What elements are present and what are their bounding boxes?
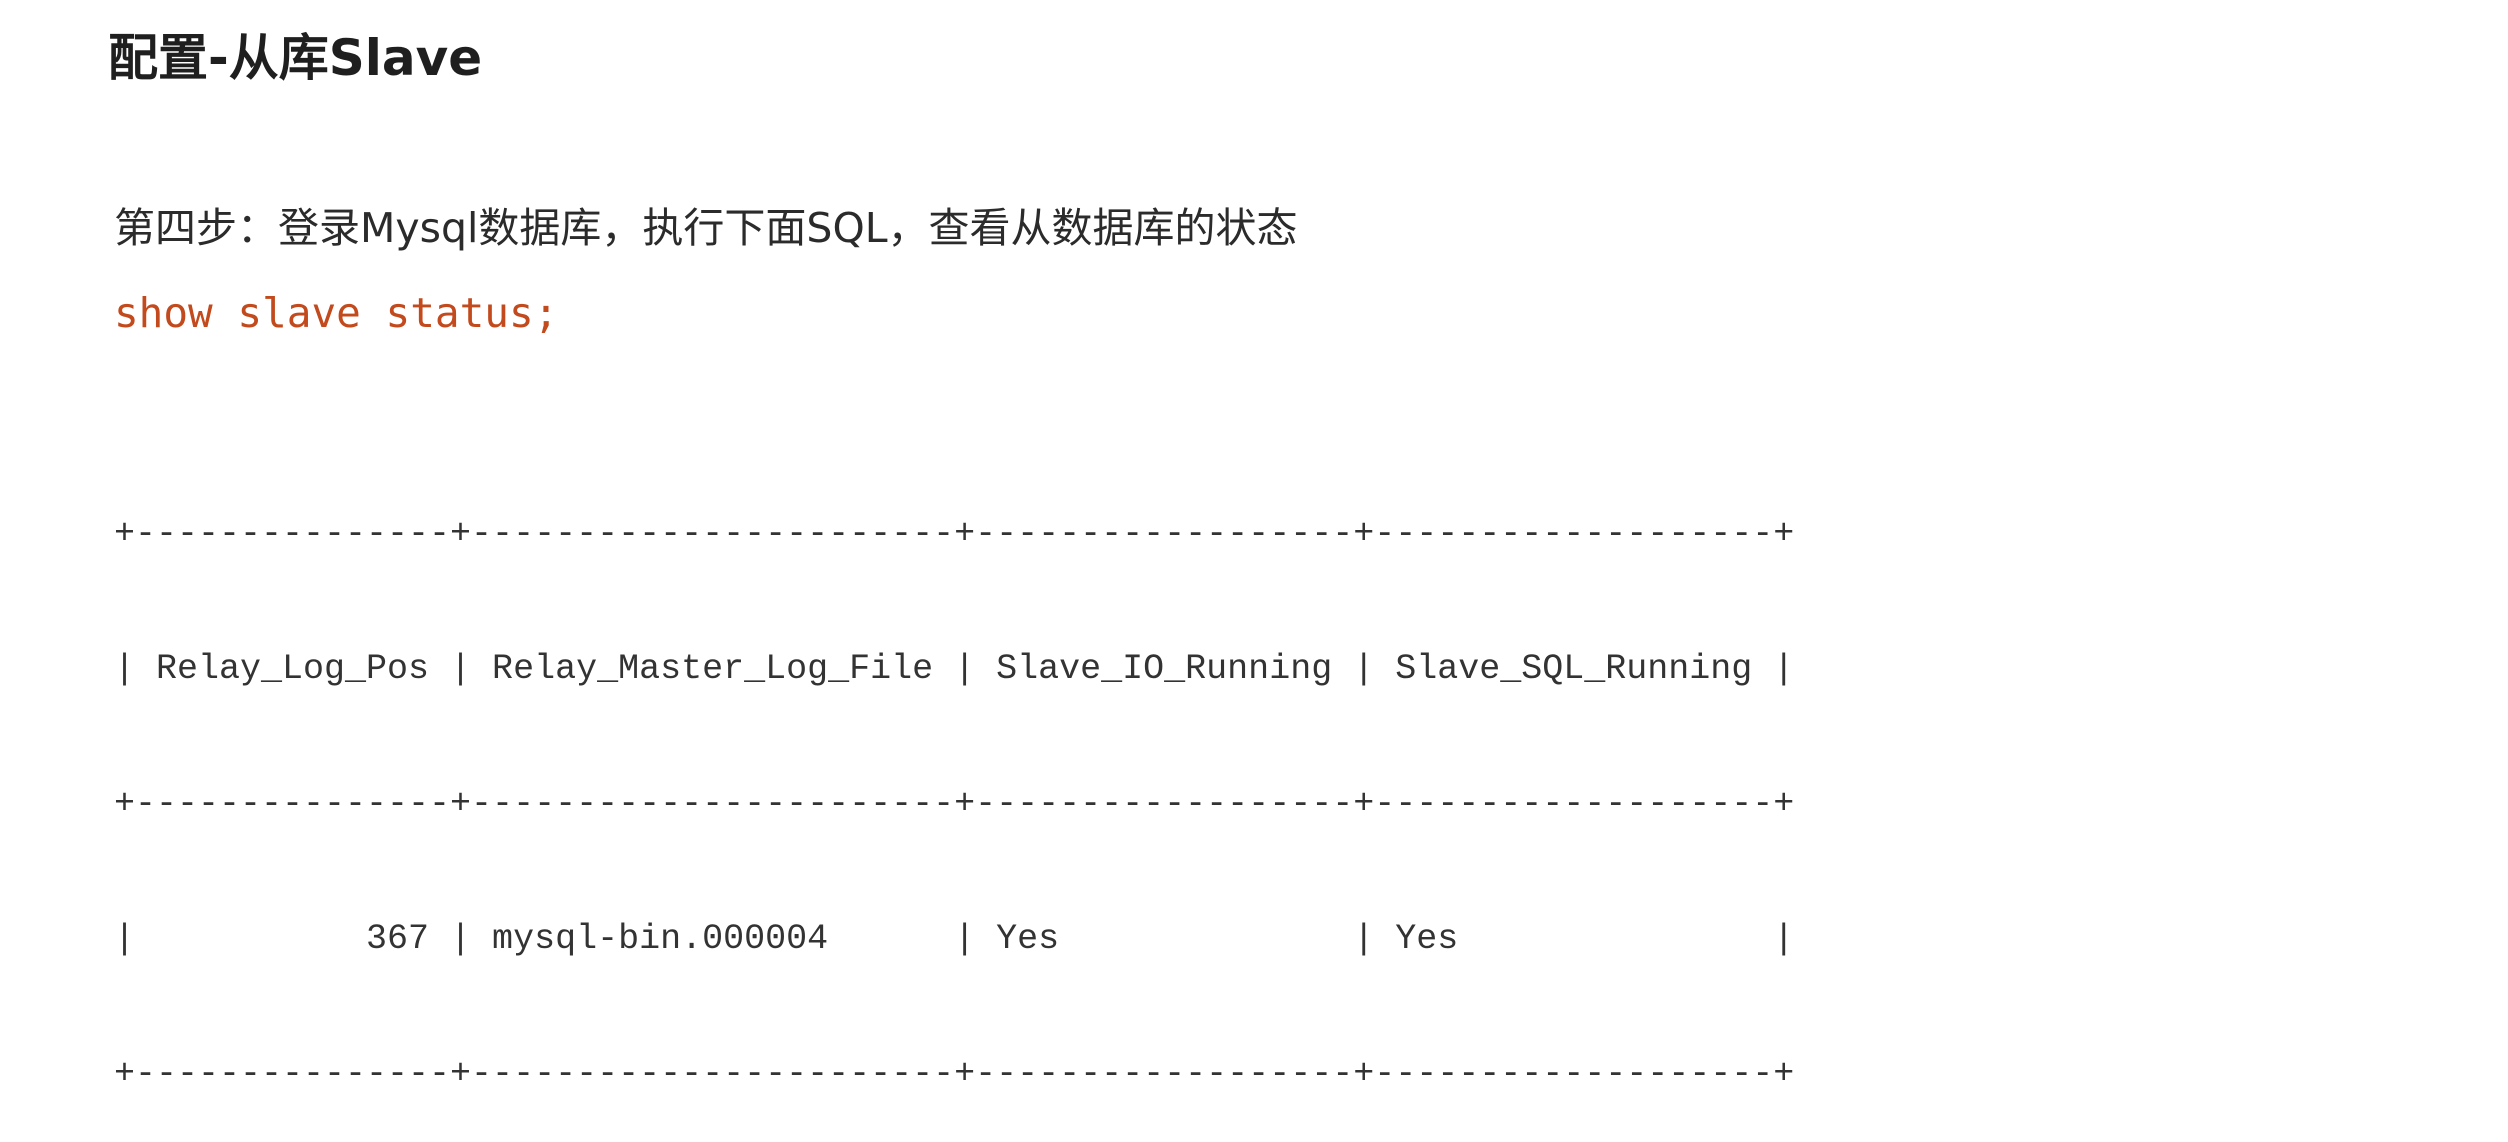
table-header-row: | Relay_Log_Pos | Relay_Master_Log_File … — [114, 649, 1795, 689]
step-instruction-text: 第四步：登录Mysql数据库，执行下面SQL，查看从数据库的状态 — [114, 204, 1298, 252]
page-title: 配置-从库Slave — [108, 29, 483, 87]
table-border-top: +---------------+-----------------------… — [114, 514, 1795, 554]
table-row: | 367 | mysql-bin.000004 | Yes | Yes | — [114, 919, 1795, 959]
table-border-bottom: +---------------+-----------------------… — [114, 1054, 1795, 1094]
slave-status-result-table: +---------------+-----------------------… — [114, 422, 1794, 1142]
table-border-middle: +---------------+-----------------------… — [114, 784, 1795, 824]
sql-command-code: show slave status; — [114, 289, 559, 337]
